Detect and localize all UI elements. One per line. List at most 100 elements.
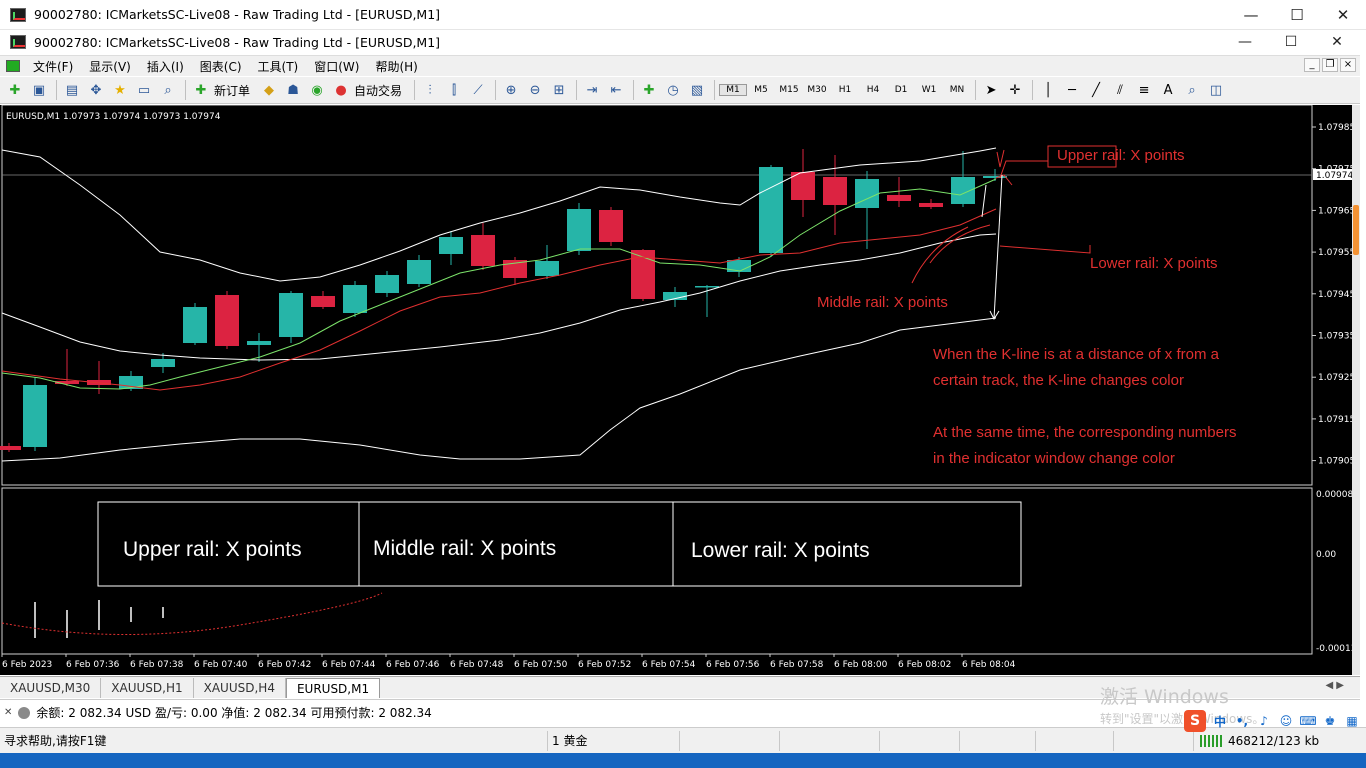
status-empty-6 [1114, 730, 1194, 751]
community-icon[interactable]: ◫ [1205, 79, 1227, 101]
toolbar-separator [714, 80, 716, 100]
zoom-in-icon[interactable]: ⊕ [500, 79, 522, 101]
close-button[interactable]: ✕ [1320, 0, 1366, 30]
toolbox-icon[interactable]: ▦ [1344, 713, 1360, 729]
menu-help[interactable]: 帮助(H) [367, 58, 425, 75]
window-controls: — ☐ ✕ [1228, 0, 1366, 30]
scrollbar-thumb[interactable] [1353, 205, 1359, 255]
time-axis-label: 6 Feb 07:50 [514, 660, 568, 670]
zoom-out-icon[interactable]: ⊖ [524, 79, 546, 101]
candle-body [343, 285, 367, 313]
range-line-2 [981, 184, 987, 218]
ime-mode[interactable]: 中 [1212, 713, 1228, 729]
mdi-mini-minimize[interactable]: _ [1304, 58, 1320, 72]
templates-icon[interactable]: ▧ [686, 79, 708, 101]
navigator-icon[interactable]: ✥ [85, 79, 107, 101]
mdi-close-button[interactable]: ✕ [1314, 30, 1360, 54]
timeframe-m30[interactable]: M30 [803, 85, 831, 95]
autoscroll-icon[interactable]: ⇥ [581, 79, 603, 101]
toolbar-separator [185, 80, 186, 100]
auto-trading-icon[interactable]: ● [330, 79, 352, 101]
periods-icon[interactable]: ◷ [662, 79, 684, 101]
candlestick-icon[interactable]: ⫿ [443, 79, 465, 101]
text-icon[interactable]: A [1157, 79, 1179, 101]
tab-eurusd-m1[interactable]: EURUSD,M1 [285, 678, 381, 698]
sogou-ime-icon[interactable]: S [1184, 710, 1206, 732]
auto-trading-button[interactable]: 自动交易 [354, 82, 402, 99]
tile-windows-icon[interactable]: ⊞ [548, 79, 570, 101]
menu-charts[interactable]: 图表(C) [192, 58, 250, 75]
timeframe-m5[interactable]: M5 [747, 85, 775, 95]
chart-window-icon[interactable] [6, 60, 20, 72]
minimize-button[interactable]: — [1228, 0, 1274, 30]
bar-chart-icon[interactable]: ⫶ [419, 79, 441, 101]
maximize-button[interactable]: ☐ [1274, 0, 1320, 30]
timeframe-d1[interactable]: D1 [887, 85, 915, 95]
profiles-icon[interactable]: ▣ [28, 79, 50, 101]
line-chart-icon[interactable]: ⟋ [467, 79, 489, 101]
equidistant-channel-icon[interactable]: ⫽ [1109, 79, 1131, 101]
keyboard-icon[interactable]: ⌨ [1299, 713, 1316, 729]
price-chart[interactable]: EURUSD,M1 1.07973 1.07974 1.07973 1.0797… [0, 105, 1352, 675]
tab-scroll-arrows[interactable]: ◀ ▶ [1325, 680, 1344, 691]
indicators-icon[interactable]: ✚ [638, 79, 660, 101]
tab-xauusd-h1[interactable]: XAUUSD,H1 [101, 678, 194, 698]
vertical-scrollbar[interactable] [1352, 105, 1360, 675]
mdi-app-icon [10, 35, 26, 49]
timeframe-h4[interactable]: H4 [859, 85, 887, 95]
tab-xauusd-h4[interactable]: XAUUSD,H4 [194, 678, 286, 698]
menu-file[interactable]: 文件(F) [25, 58, 81, 75]
timeframe-w1[interactable]: W1 [915, 85, 943, 95]
mdi-maximize-button[interactable]: ☐ [1268, 30, 1314, 54]
chart-shift-icon[interactable]: ⇤ [605, 79, 627, 101]
mdi-mini-restore[interactable]: ❐ [1322, 58, 1338, 72]
data-window-icon[interactable]: ▭ [133, 79, 155, 101]
range-line [993, 174, 1003, 320]
time-axis-label: 6 Feb 2023 [2, 660, 52, 670]
metaeditor-icon[interactable]: ◆ [258, 79, 280, 101]
new-chart-icon[interactable]: ✚ [4, 79, 26, 101]
signals-icon[interactable]: ☗ [282, 79, 304, 101]
time-axis-label: 6 Feb 07:56 [706, 660, 760, 670]
strategy-tester-icon[interactable]: ⌕ [157, 79, 179, 101]
menu-view[interactable]: 显示(V) [81, 58, 139, 75]
trendline-icon[interactable]: ╱ [1085, 79, 1107, 101]
fibonacci-icon[interactable]: ≡ [1133, 79, 1155, 101]
new-order-button[interactable]: 新订单 [214, 82, 250, 99]
candle-body [183, 307, 207, 343]
horizontal-line-icon[interactable]: ─ [1061, 79, 1083, 101]
tab-xauusd-m30[interactable]: XAUUSD,M30 [0, 678, 102, 698]
menu-window[interactable]: 窗口(W) [306, 58, 367, 75]
price-axis-label: 1.07965 [1318, 206, 1352, 216]
new-order-icon[interactable]: ✚ [190, 79, 212, 101]
menu-tools[interactable]: 工具(T) [250, 58, 307, 75]
emoji-icon[interactable]: ☺ [1278, 713, 1294, 729]
timeframe-m1[interactable]: M1 [719, 84, 748, 96]
skin-icon[interactable]: ♚ [1322, 713, 1338, 729]
cursor-icon[interactable]: ➤ [980, 79, 1002, 101]
note-line-3: At the same time, the corresponding numb… [933, 424, 1237, 441]
activate-windows-watermark: 激活 Windows [1100, 686, 1229, 708]
favorites-icon[interactable]: ★ [109, 79, 131, 101]
menu-insert[interactable]: 插入(I) [139, 58, 192, 75]
mdi-mini-close[interactable]: × [1340, 58, 1356, 72]
search-icon[interactable]: ⌕ [1181, 79, 1203, 101]
mdi-minimize-button[interactable]: — [1222, 30, 1268, 54]
timeframe-mn[interactable]: MN [943, 85, 971, 95]
market-watch-icon[interactable]: ▤ [61, 79, 83, 101]
vertical-line-icon[interactable]: │ [1037, 79, 1059, 101]
candle-body [599, 210, 623, 242]
terminal-close-icon[interactable]: ✕ [4, 707, 12, 718]
timeframe-m15[interactable]: M15 [775, 85, 803, 95]
timeframe-h1[interactable]: H1 [831, 85, 859, 95]
candle-body [23, 385, 47, 447]
candle-body [919, 203, 943, 207]
candle-body [471, 235, 495, 266]
indicator-pane-frame [1, 487, 1313, 655]
crosshair-icon[interactable]: ✛ [1004, 79, 1026, 101]
punctuation-icon[interactable]: •, [1234, 713, 1250, 729]
mdi-titlebar: 90002780: ICMarketsSC-Live08 - Raw Tradi… [0, 30, 1360, 54]
market-icon[interactable]: ◉ [306, 79, 328, 101]
indicator-middle-value: Middle rail: X points [373, 537, 556, 560]
microphone-icon[interactable]: ♪ [1256, 713, 1272, 729]
